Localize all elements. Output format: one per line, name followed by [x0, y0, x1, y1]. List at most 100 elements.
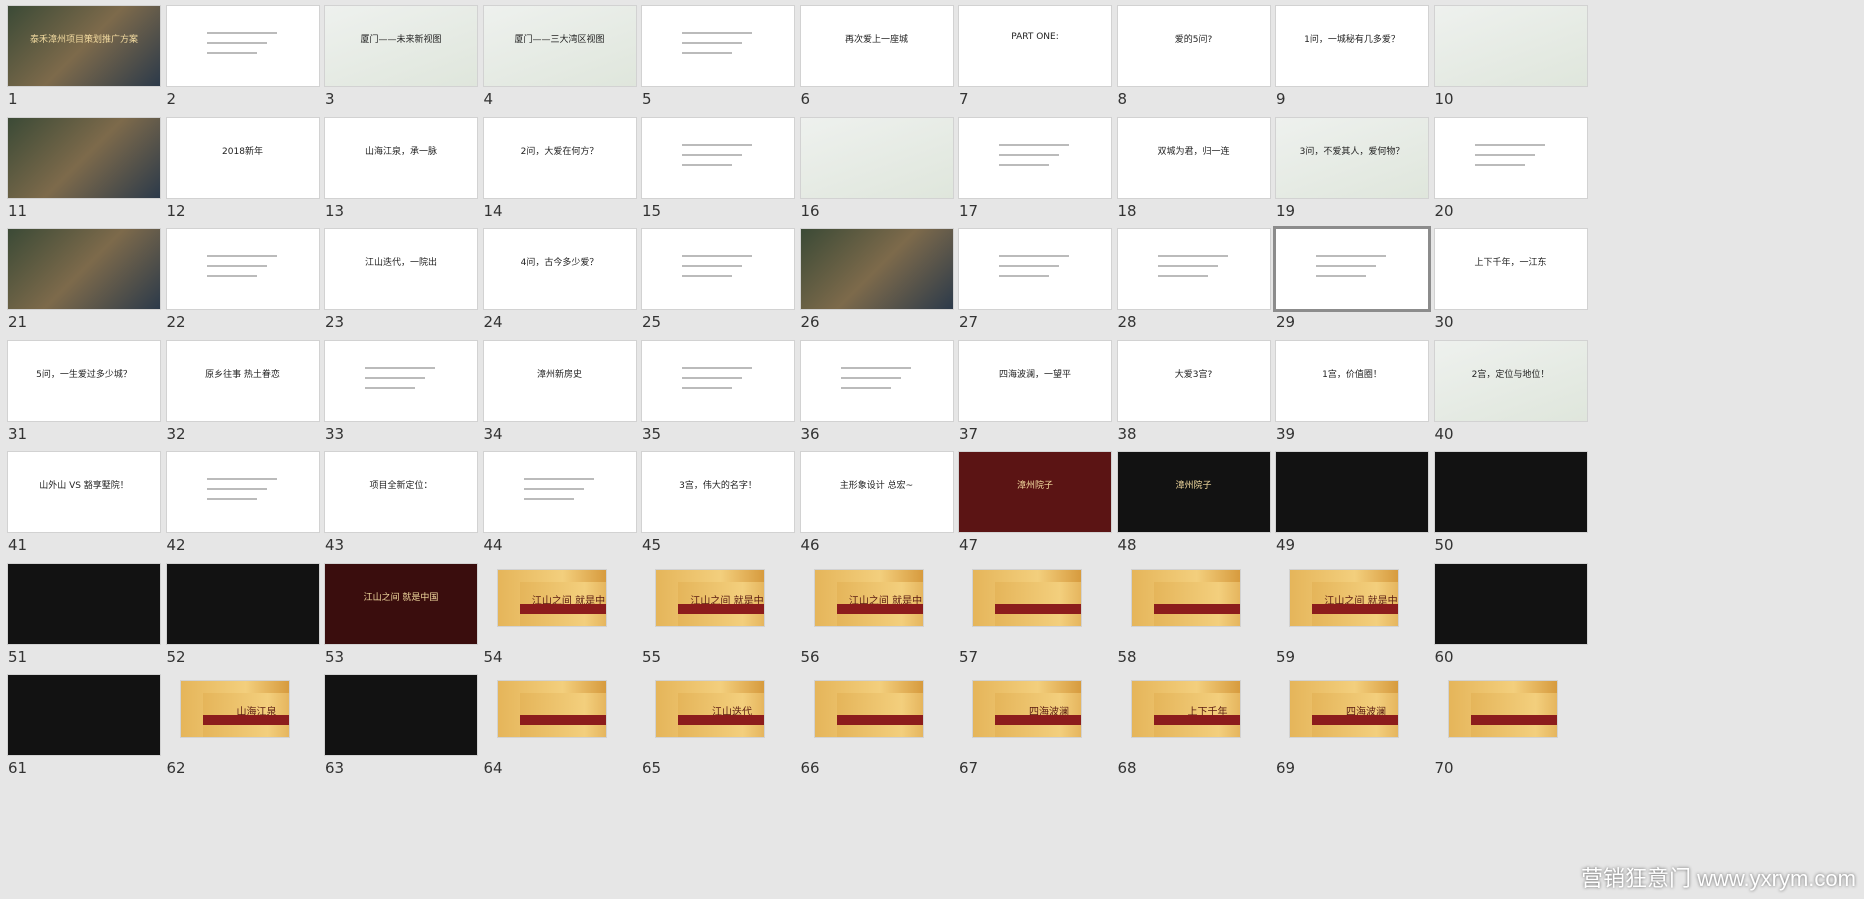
slide-thumbnail[interactable]: 江山之间 就是中国 [1290, 569, 1398, 626]
slide-cell: 四海波澜 69 [1268, 669, 1428, 797]
text-line [999, 143, 1069, 146]
slide-thumbnail[interactable]: PART ONE: [959, 6, 1111, 86]
red-band [519, 715, 606, 725]
slide-thumbnail[interactable] [642, 340, 794, 421]
slide-thumbnail[interactable]: 爱的5问? [1117, 6, 1270, 86]
slide-thumbnail[interactable] [814, 681, 923, 737]
slide-thumbnail[interactable]: 江山之间 就是中国 [656, 569, 764, 626]
slide-thumbnail[interactable]: 4问，古今多少爱？ [483, 229, 636, 309]
slide-thumbnail[interactable]: 泰禾漳州项目策划推广方案 [8, 6, 160, 86]
slide-number: 41 [8, 536, 28, 554]
slide-thumbnail[interactable]: 主形象设计 总宏~ [800, 452, 953, 532]
slide-thumbnail[interactable] [8, 675, 160, 755]
slide-cell: 山海江泉，承一脉 13 [317, 112, 477, 240]
slide-thumbnail[interactable] [1434, 6, 1587, 86]
slide-thumbnail[interactable]: 2问，大爱在何方？ [483, 117, 636, 198]
slide-thumbnail[interactable]: 2宫，定位与地位！ [1434, 340, 1587, 421]
slide-cell: 52 [159, 558, 319, 686]
slide-cell: 大爱3宫? 38 [1110, 335, 1270, 463]
slide-thumbnail[interactable] [8, 229, 160, 309]
red-band [678, 603, 764, 614]
slide-number: 58 [1117, 647, 1137, 666]
slide-thumbnail[interactable]: 1宫，价值圈！ [1276, 340, 1428, 421]
slide-thumbnail[interactable]: 江山迭代 [656, 681, 764, 737]
slide-number: 44 [483, 536, 503, 554]
slide-thumbnail[interactable]: 江山迭代，一院出 [325, 229, 477, 309]
slide-number: 66 [800, 759, 820, 777]
slide-cell: 3问，不爱其人，爱何物？ 19 [1268, 112, 1428, 240]
slide-thumbnail[interactable] [959, 117, 1111, 198]
slide-number: 10 [1434, 90, 1454, 108]
slide-thumbnail[interactable] [800, 340, 953, 421]
text-line [365, 386, 415, 389]
slide-thumbnail[interactable] [166, 452, 319, 532]
slide-thumbnail[interactable]: 双城为君，归一连 [1117, 117, 1270, 198]
slide-thumbnail[interactable] [1434, 117, 1587, 198]
text-line [365, 376, 425, 379]
slide-thumbnail[interactable]: 四海波澜 [1290, 681, 1398, 737]
slide-cell: 漳州新房史 34 [476, 335, 636, 463]
slide-thumbnail[interactable] [1131, 569, 1240, 626]
slide-thumbnail[interactable] [166, 6, 319, 86]
slide-thumbnail[interactable]: 厦门——三大湾区视图 [483, 6, 636, 86]
slide-thumbnail[interactable]: 5问，一生爱过多少城？ [8, 340, 160, 421]
slide-thumbnail[interactable] [642, 6, 794, 86]
slide-thumbnail[interactable]: 3宫，伟大的名字！ [642, 452, 794, 532]
slide-thumbnail[interactable]: 江山之间 就是中国 [814, 569, 923, 626]
slide-thumbnail[interactable]: 漳州新房史 [483, 340, 636, 421]
slide-thumbnail[interactable] [166, 229, 319, 309]
slide-thumbnail[interactable]: 再次爱上一座城 [800, 6, 953, 86]
slide-thumbnail[interactable] [497, 681, 606, 737]
slide-thumbnail[interactable] [959, 229, 1111, 309]
slide-number: 61 [8, 759, 28, 777]
slide-thumbnail[interactable] [800, 229, 953, 309]
slide-thumbnail[interactable] [8, 117, 160, 198]
slide-thumbnail[interactable] [642, 117, 794, 198]
slide-number: 9 [1276, 90, 1286, 108]
slide-cell: 5 [634, 0, 794, 128]
slide-thumbnail[interactable] [325, 340, 477, 421]
slide-thumbnail[interactable]: 原乡往事 热土眷恋 [166, 340, 319, 421]
site-watermark: 营销狂意门 www.yxrym.com [1580, 866, 1856, 891]
slide-thumbnail[interactable] [1276, 229, 1428, 309]
slide-thumbnail[interactable] [800, 117, 953, 198]
slide-thumbnail[interactable]: 2018新年 [166, 117, 319, 198]
slide-thumbnail[interactable] [973, 569, 1081, 626]
slide-thumbnail[interactable]: 上下千年，一江东 [1434, 229, 1587, 309]
slide-number: 55 [642, 647, 662, 666]
slide-thumbnail[interactable] [325, 675, 477, 755]
slide-thumbnail[interactable] [1434, 563, 1587, 644]
slide-thumbnail[interactable]: 漳州院子 [1117, 452, 1270, 532]
slide-thumbnail[interactable] [483, 452, 636, 532]
slide-thumbnail[interactable] [1117, 229, 1270, 309]
slide-thumbnail[interactable] [642, 229, 794, 309]
slide-thumbnail[interactable]: 山外山 VS 豁享墅院！ [8, 452, 160, 532]
slide-thumbnail[interactable]: 四海波澜 [973, 681, 1081, 737]
slide-number: 17 [959, 201, 979, 220]
slide-thumbnail[interactable]: 厦门——未来新视图 [325, 6, 477, 86]
slide-thumbnail[interactable] [166, 563, 319, 644]
slide-thumbnail[interactable]: 大爱3宫? [1117, 340, 1270, 421]
text-line [523, 478, 594, 480]
slide-thumbnail[interactable] [8, 563, 160, 644]
slide-thumbnail[interactable]: 江山之间 就是中国 [325, 563, 477, 644]
slide-thumbnail[interactable] [1276, 452, 1428, 532]
slide-thumbnail[interactable]: 江山之间 就是中国 [497, 569, 606, 626]
slide-thumbnail[interactable]: 3问，不爱其人，爱何物？ [1276, 117, 1428, 198]
slide-thumbnail[interactable]: 四海波澜，一望平 [959, 340, 1111, 421]
slide-cell: 项目全新定位： 43 [317, 446, 477, 574]
slide-thumbnail[interactable]: 上下千年 [1131, 681, 1240, 737]
slide-thumbnail[interactable]: 漳州院子 [959, 452, 1111, 532]
slide-thumbnail[interactable]: 山海江泉 [180, 681, 289, 737]
slide-thumbnail[interactable]: 山海江泉，承一脉 [325, 117, 477, 198]
slide-thumbnail[interactable]: 1问，一城秘有几多爱？ [1276, 6, 1428, 86]
slide-number: 1 [8, 90, 18, 108]
slide-thumbnail[interactable] [1434, 452, 1587, 532]
slide-thumbnail[interactable] [1448, 681, 1557, 737]
slide-cell: 21 [0, 223, 160, 351]
slide-title: 厦门——未来新视图 [360, 35, 442, 45]
red-band [202, 715, 289, 725]
slide-thumbnail[interactable]: 项目全新定位： [325, 452, 477, 532]
slide-cell: 原乡往事 热土眷恋 32 [159, 335, 319, 463]
slide-title: 漳州新房史 [536, 369, 582, 380]
